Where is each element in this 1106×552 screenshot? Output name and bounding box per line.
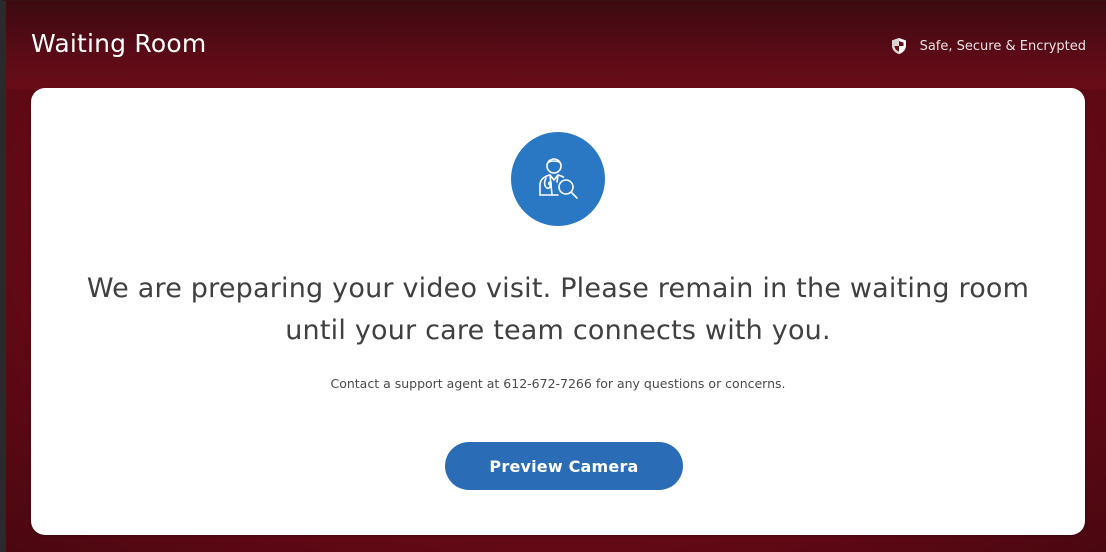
waiting-message: We are preparing your video visit. Pleas… — [31, 268, 1085, 352]
security-indicator: Safe, Secure & Encrypted — [890, 37, 1086, 55]
doctor-search-icon — [511, 132, 605, 226]
waiting-message-line-2: until your care team connects with you. — [285, 315, 831, 346]
app-window: Waiting Room Safe, Secure & Encrypted We… — [0, 0, 1106, 552]
security-label: Safe, Secure & Encrypted — [919, 38, 1086, 54]
waiting-room-card: We are preparing your video visit. Pleas… — [31, 88, 1085, 535]
preview-camera-button[interactable]: Preview Camera — [445, 442, 683, 490]
waiting-message-line-1: We are preparing your video visit. Pleas… — [86, 273, 1030, 304]
page-title: Waiting Room — [31, 29, 207, 58]
header-bar: Waiting Room Safe, Secure & Encrypted — [6, 1, 1106, 89]
shield-icon — [890, 37, 908, 55]
support-contact-text: Contact a support agent at 612-672-7266 … — [330, 376, 786, 391]
